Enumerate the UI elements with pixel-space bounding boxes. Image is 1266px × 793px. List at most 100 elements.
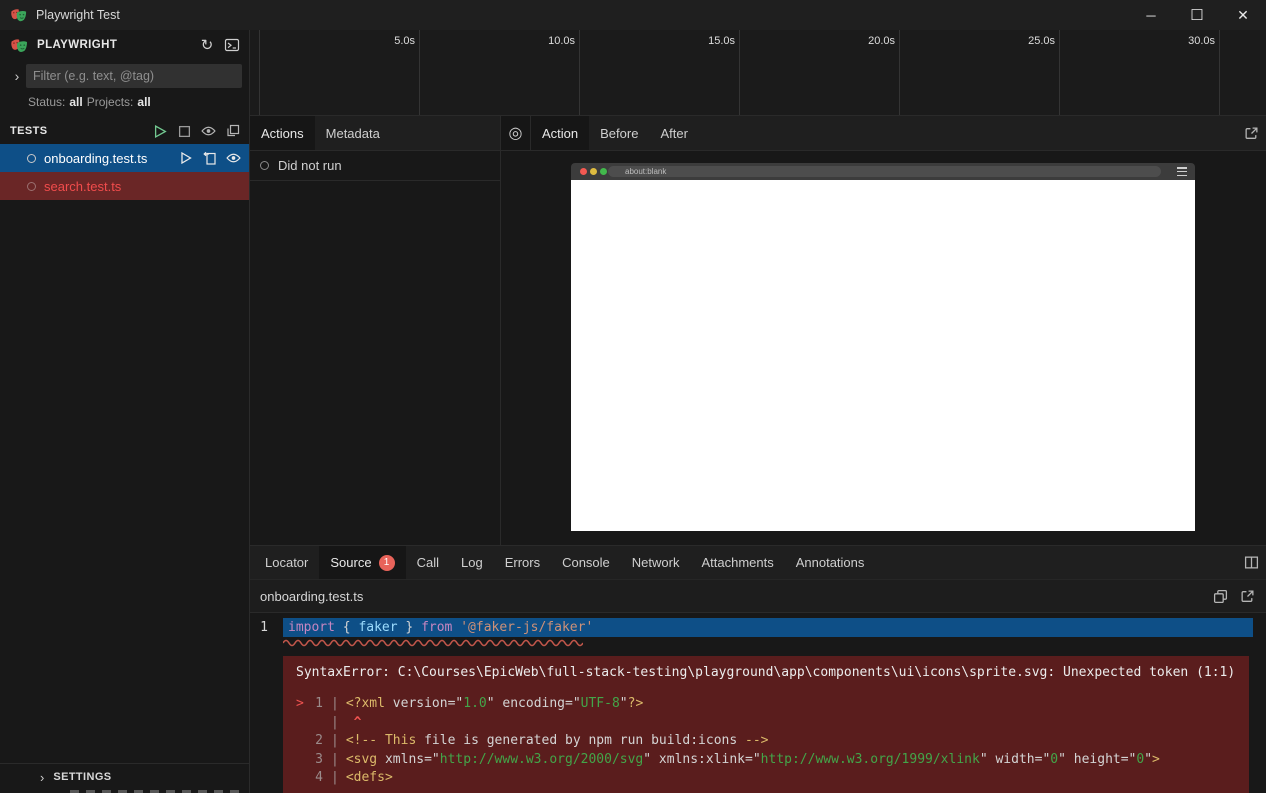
traffic-light-yellow-icon (590, 168, 597, 175)
frame-line-separator: | (331, 769, 339, 788)
timeline-tick-label: 20.0s (841, 35, 895, 47)
maximize-button[interactable]: ☐ (1174, 0, 1220, 30)
frame-line-separator: | (331, 695, 339, 714)
tab-attachments[interactable]: Attachments (690, 546, 784, 579)
frame-line-code: <svg xmlns="http://www.w3.org/2000/svg" … (346, 751, 1160, 770)
copy-icon[interactable] (1211, 587, 1229, 605)
error-message: SyntaxError: C:\Courses\EpicWeb\full-sta… (296, 665, 1235, 680)
open-source-external-link-icon[interactable] (1238, 587, 1256, 605)
test-file-row-onboarding[interactable]: onboarding.test.ts (0, 144, 249, 172)
code-token: { (335, 620, 358, 635)
code-token: } (398, 620, 421, 635)
tab-errors[interactable]: Errors (494, 546, 551, 579)
code-token: from (421, 620, 452, 635)
run-test-icon[interactable] (177, 150, 194, 167)
frame-line-marker (296, 751, 309, 770)
status-circle-icon (260, 161, 269, 170)
code-token: import (288, 620, 335, 635)
tab-network[interactable]: Network (621, 546, 691, 579)
tab-locator[interactable]: Locator (254, 546, 319, 579)
tab-before[interactable]: Before (589, 116, 649, 150)
terminal-icon[interactable] (223, 36, 241, 54)
timeline[interactable]: 5.0s10.0s15.0s20.0s25.0s30.0s (250, 30, 1266, 115)
code-token: <svg (346, 752, 377, 767)
tab-source[interactable]: Source 1 (319, 546, 405, 579)
frame-line-number: 4 (309, 769, 323, 788)
error-frame-line: 4 | <defs> (296, 769, 1235, 788)
source-viewer[interactable]: 1 import { faker } from '@faker-js/faker… (250, 613, 1266, 793)
code-token: " height=" (1058, 752, 1136, 767)
code-token: " encoding=" (487, 696, 581, 711)
tab-annotations[interactable]: Annotations (785, 546, 876, 579)
filter-input[interactable] (26, 64, 242, 88)
run-all-icon[interactable] (152, 123, 169, 140)
code-token: " (1144, 752, 1152, 767)
middle-panels: Actions Metadata Did not run ◎ Action Be… (250, 115, 1266, 545)
status-label[interactable]: Status: (28, 95, 65, 109)
test-file-row-search[interactable]: search.test.ts (0, 172, 249, 200)
timeline-tick-label: 15.0s (681, 35, 735, 47)
tab-metadata[interactable]: Metadata (315, 116, 391, 150)
timeline-gridline (739, 30, 740, 115)
code-token: '@faker-js/faker' (460, 620, 593, 635)
close-button[interactable]: ✕ (1220, 0, 1266, 30)
actions-panel: Actions Metadata Did not run (250, 116, 500, 546)
code-token: 1.0 (463, 696, 486, 711)
tab-log[interactable]: Log (450, 546, 494, 579)
browser-snapshot[interactable]: about:blank (571, 163, 1195, 531)
error-frame-line: >1|<?xml version="1.0" encoding="UTF-8"?… (296, 695, 1235, 714)
timeline-tick-label: 30.0s (1161, 35, 1215, 47)
code-token: <?xml (346, 696, 385, 711)
code-token: faker (358, 620, 397, 635)
open-snapshot-external-link-icon[interactable] (1236, 116, 1266, 150)
minimize-button[interactable]: ─ (1128, 0, 1174, 30)
chevron-right-icon[interactable]: › (8, 68, 26, 84)
tab-call[interactable]: Call (406, 546, 450, 579)
source-file-name: onboarding.test.ts (260, 589, 1202, 604)
refresh-icon[interactable]: ↻ (198, 36, 216, 54)
browser-page-blank (571, 180, 1195, 531)
status-value[interactable]: all (69, 95, 82, 109)
chevron-right-icon: › (40, 770, 44, 785)
pick-locator-icon[interactable]: ◎ (501, 116, 531, 150)
timeline-tick-label: 25.0s (1001, 35, 1055, 47)
projects-value[interactable]: all (137, 95, 150, 109)
timeline-gridline (259, 30, 260, 115)
settings-section-header[interactable]: › SETTINGS (0, 763, 249, 790)
test-file-name: search.test.ts (44, 179, 249, 194)
frame-line-code: <defs> (346, 769, 393, 788)
code-token: version=" (385, 696, 463, 711)
tab-actions[interactable]: Actions (250, 116, 315, 150)
snapshot-panel: ◎ Action Before After about:blank (500, 116, 1266, 546)
line-number: 1 (250, 620, 283, 635)
tab-after[interactable]: After (649, 116, 698, 150)
frame-line-marker (296, 714, 309, 733)
playwright-ui-window: Playwright Test ─ ☐ ✕ PLAYWRIGHT ↻ › (0, 0, 1266, 793)
watch-all-eye-icon[interactable] (200, 123, 217, 140)
tab-action[interactable]: Action (531, 116, 589, 150)
did-not-run-label: Did not run (278, 158, 342, 173)
timeline-tick-label: 10.0s (521, 35, 575, 47)
open-source-icon[interactable] (201, 150, 218, 167)
code-token: xmlns=" (377, 752, 440, 767)
traffic-light-red-icon (580, 168, 587, 175)
sidebar: PLAYWRIGHT ↻ › Status: all Projects: all… (0, 30, 250, 793)
snapshot-tab-strip: ◎ Action Before After (501, 116, 1266, 151)
stop-icon[interactable] (176, 123, 193, 140)
code-token: ^ (346, 715, 362, 730)
tests-header: TESTS (0, 118, 249, 144)
frame-line-code: <?xml version="1.0" encoding="UTF-8"?> (346, 695, 643, 714)
watch-test-eye-icon[interactable] (225, 150, 242, 167)
frame-line-separator: | (331, 751, 339, 770)
collapse-all-icon[interactable] (224, 123, 241, 140)
code-token: <defs> (346, 770, 393, 785)
strip-spacer (699, 116, 1236, 150)
strip-spacer (875, 546, 1236, 579)
address-bar: about:blank (608, 166, 1161, 177)
tab-console[interactable]: Console (551, 546, 621, 579)
did-not-run-row[interactable]: Did not run (250, 151, 500, 181)
split-view-icon[interactable] (1236, 546, 1266, 579)
test-status-circle-icon (27, 154, 36, 163)
projects-label[interactable]: Projects: (87, 95, 134, 109)
browser-toolbar: about:blank (571, 163, 1195, 180)
